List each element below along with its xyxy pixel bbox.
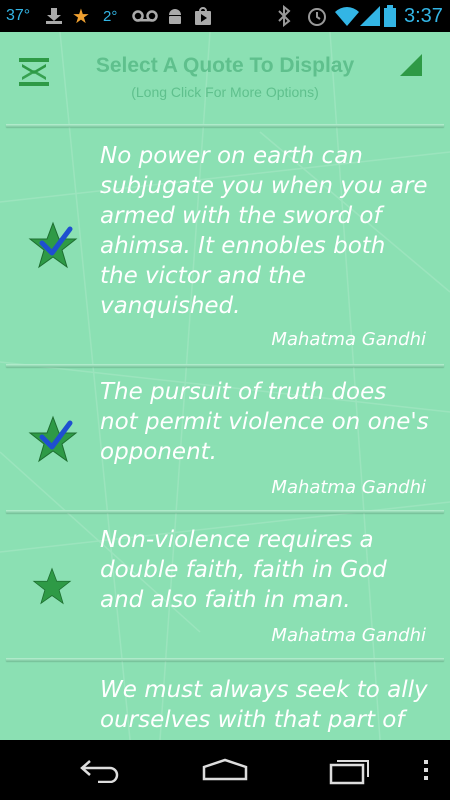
recent-apps-button[interactable] <box>326 755 374 785</box>
favorite-star-icon[interactable] <box>32 567 82 615</box>
overflow-menu-icon <box>424 760 428 780</box>
battery-icon <box>384 0 396 32</box>
count-text: 2° <box>103 7 118 25</box>
recent-apps-icon <box>329 760 369 785</box>
android-icon <box>165 0 185 32</box>
back-button[interactable] <box>76 755 124 785</box>
signal-icon <box>360 0 380 32</box>
quote-item[interactable]: We must always seek to ally ourselves wi… <box>0 661 450 740</box>
quote-list-screen: Select A Quote To Display (Long Click Fo… <box>0 32 450 740</box>
header: Select A Quote To Display (Long Click Fo… <box>0 32 450 124</box>
quote-author: Mahatma Gandhi <box>271 329 426 350</box>
quote-item[interactable]: The pursuit of truth does not permit vio… <box>0 367 450 507</box>
page-subtitle: (Long Click For More Options) <box>131 84 319 100</box>
back-icon <box>80 760 119 783</box>
quote-text: Non-violence requires a double faith, fa… <box>100 527 387 613</box>
status-bar: 37° ★ 2° 3:37 <box>0 0 450 32</box>
alarm-icon <box>306 0 328 32</box>
quote-item[interactable]: No power on earth can subjugate you when… <box>0 127 450 361</box>
quote-author: Mahatma Gandhi <box>271 477 426 498</box>
quote-item[interactable]: Non-violence requires a double faith, fa… <box>0 513 450 655</box>
page-title: Select A Quote To Display <box>95 54 355 77</box>
home-button[interactable] <box>200 755 250 785</box>
favorite-checked-star-icon[interactable] <box>28 221 78 269</box>
overflow-menu-button[interactable] <box>418 755 434 785</box>
wifi-icon <box>335 0 359 32</box>
home-icon <box>202 758 248 781</box>
voicemail-icon <box>132 0 158 32</box>
quote-text: No power on earth can subjugate you when… <box>100 143 428 319</box>
play-store-icon <box>193 0 213 32</box>
clock-text: 3:37 <box>404 4 443 27</box>
navigation-bar <box>0 740 450 800</box>
quote-text: The pursuit of truth does not permit vio… <box>100 379 429 465</box>
bluetooth-icon <box>277 0 291 32</box>
download-icon <box>44 0 64 32</box>
temperature-text: 37° <box>6 7 31 24</box>
favorite-checked-star-icon[interactable] <box>28 415 78 463</box>
quote-author: Mahatma Gandhi <box>271 625 426 646</box>
corner-indicator-icon[interactable] <box>400 54 422 76</box>
quote-text: We must always seek to ally ourselves wi… <box>100 677 428 733</box>
star-icon: ★ <box>72 5 90 28</box>
